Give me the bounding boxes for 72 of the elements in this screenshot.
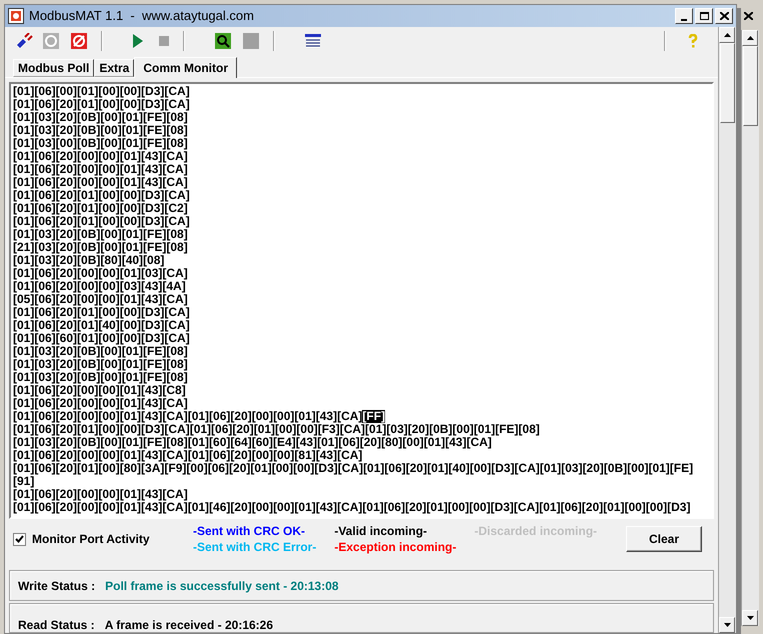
maximize-button[interactable]: [695, 8, 713, 24]
log-text: [01][06][20][00][00][01][43][CA]: [13, 150, 188, 163]
list-icon[interactable]: [305, 34, 321, 48]
log-text: [01][06][20][00][00][01][43][CA]: [13, 488, 188, 501]
vertical-scrollbar[interactable]: [718, 27, 736, 633]
log-text: [01][06][20][00][00][01][43][CA]: [13, 176, 188, 189]
log-text: [01][06][20][00][00][01][43][CA]: [13, 163, 188, 176]
log-text: [01][06][20][00][00][01][43][CA]: [13, 397, 188, 410]
tab[interactable]: Comm Monitor: [134, 57, 238, 78]
status-text: A frame is received - 20:16:26: [104, 617, 274, 633]
tab[interactable]: Extra: [94, 59, 134, 77]
legend-label: -Valid incoming-: [334, 523, 428, 539]
status-label: Read Status :: [18, 617, 95, 633]
checkbox[interactable]: [13, 532, 26, 546]
log-text: [01][03][20][0B][00][01][FE][08]: [13, 345, 188, 358]
log-text: [01][03][20][0B][00][01][FE][08]: [13, 124, 188, 137]
log-text: [01][06][20][00][00][01][43][CA][01][46][20][00][00][01][43][CA][01][06][20][01][00][00][D3][CA][01][06][20][01][00][00][D3]: [13, 501, 690, 514]
highlighted-log-text: [FF]: [362, 410, 386, 423]
log-text: [01][06][20][01][00][00][D3][CA]: [13, 189, 190, 202]
scroll-up-button[interactable]: [742, 30, 758, 46]
log-text: [01][03][20][0B][00][01][FE][08][01][60][64][60][E4][43][01][06][20][80][00][01][43][CA]: [13, 436, 492, 449]
log-text: [01][06][20][01][00][00][D3][CA][01][06][20][01][00][00][F3][CA][01][03][20][0B][00][01][FE][08]: [13, 423, 540, 436]
log-text: [01][03][20][0B][00][01][FE][08]: [13, 228, 188, 241]
log-text: [01][03][20][0B][80][40][08]: [13, 254, 164, 267]
window-title: ModbusMAT 1.1 - www.ataytugal.com: [29, 7, 254, 26]
log-text: [01][03][20][0B][00][01][FE][08]: [13, 358, 188, 371]
clear-button[interactable]: Clear: [626, 526, 702, 552]
legend-label: -Sent with CRC Error-: [193, 539, 316, 555]
plug-icon[interactable]: [15, 33, 33, 49]
log-text: [01][06][20][00][00][01][43][CA][01][06][20][00][00][01][43][CA]: [13, 410, 362, 423]
vertical-scrollbar[interactable]: [741, 30, 759, 626]
legend-label: -Sent with CRC OK-: [193, 523, 306, 539]
up-arrow-icon: [746, 36, 754, 40]
down-arrow-icon: [746, 616, 754, 620]
tab[interactable]: Modbus Poll: [13, 59, 94, 77]
scroll-down-button[interactable]: [719, 617, 735, 633]
log-text: [01][06][20][01][40][00][D3][CA]: [13, 319, 190, 332]
log-text: [01][03][20][0B][00][01][FE][08]: [13, 111, 188, 124]
log-text: [01][06][20][00][00][01][43][CA][01][06][20][00][00][81][43][CA]: [13, 449, 362, 462]
log-text: [01][06][20][01][00][80][3A][F9][00][06][20][01][00][00][D3][CA][01][06][20][01][40][00][D3][CA][01][03][20][0B][00][01][FE]: [13, 462, 694, 475]
scroll-thumb[interactable]: [720, 43, 735, 123]
log-text: [01][06][20][01][00][00][D3][CA]: [13, 306, 190, 319]
log-text: [01][06][20][01][00][00][D3][C2]: [13, 202, 188, 215]
down-arrow-icon: [724, 623, 730, 627]
log-text: [01][06][00][01][00][00][D3][CA]: [13, 85, 190, 98]
log-text: [05][06][20][00][00][01][43][CA]: [13, 293, 188, 306]
log-text: [91]: [13, 475, 34, 488]
close-button[interactable]: [715, 8, 733, 24]
log-text: [01][06][20][00][00][03][43][4A]: [13, 280, 186, 293]
play-icon[interactable]: [133, 34, 143, 48]
log-text: [01][06][20][00][00][01][03][CA]: [13, 267, 188, 280]
scroll-up-button[interactable]: [719, 27, 735, 43]
search-icon[interactable]: [215, 33, 231, 49]
log-text: [21][03][20][0B][00][01][FE][08]: [13, 241, 188, 254]
status-text: Poll frame is successfully sent - 20:13:08: [105, 578, 339, 594]
log-text: [01][03][20][0B][00][01][FE][08]: [13, 371, 188, 384]
close-icon: [720, 12, 728, 20]
close-icon: [744, 12, 752, 20]
log-text: [01][06][20][00][00][01][43][C8]: [13, 384, 186, 397]
log-text: [01][06][20][01][00][00][D3][CA]: [13, 215, 190, 228]
log-text: [01][06][60][01][00][00][D3][CA]: [13, 332, 190, 345]
disconnect-icon[interactable]: [71, 33, 87, 49]
minimize-button[interactable]: [675, 8, 693, 24]
app-icon: [8, 8, 24, 24]
status-label: Write Status :: [18, 578, 96, 594]
scroll-thumb[interactable]: [743, 46, 758, 126]
legend-label: -Exception incoming-: [334, 539, 456, 555]
up-arrow-icon: [724, 33, 730, 37]
log-text: [01][03][00][0B][00][01][FE][08]: [13, 137, 188, 150]
scroll-down-button[interactable]: [742, 610, 758, 626]
log-text: [01][06][20][01][00][00][D3][CA]: [13, 98, 190, 111]
checkbox-label: Monitor Port Activity: [32, 531, 150, 548]
